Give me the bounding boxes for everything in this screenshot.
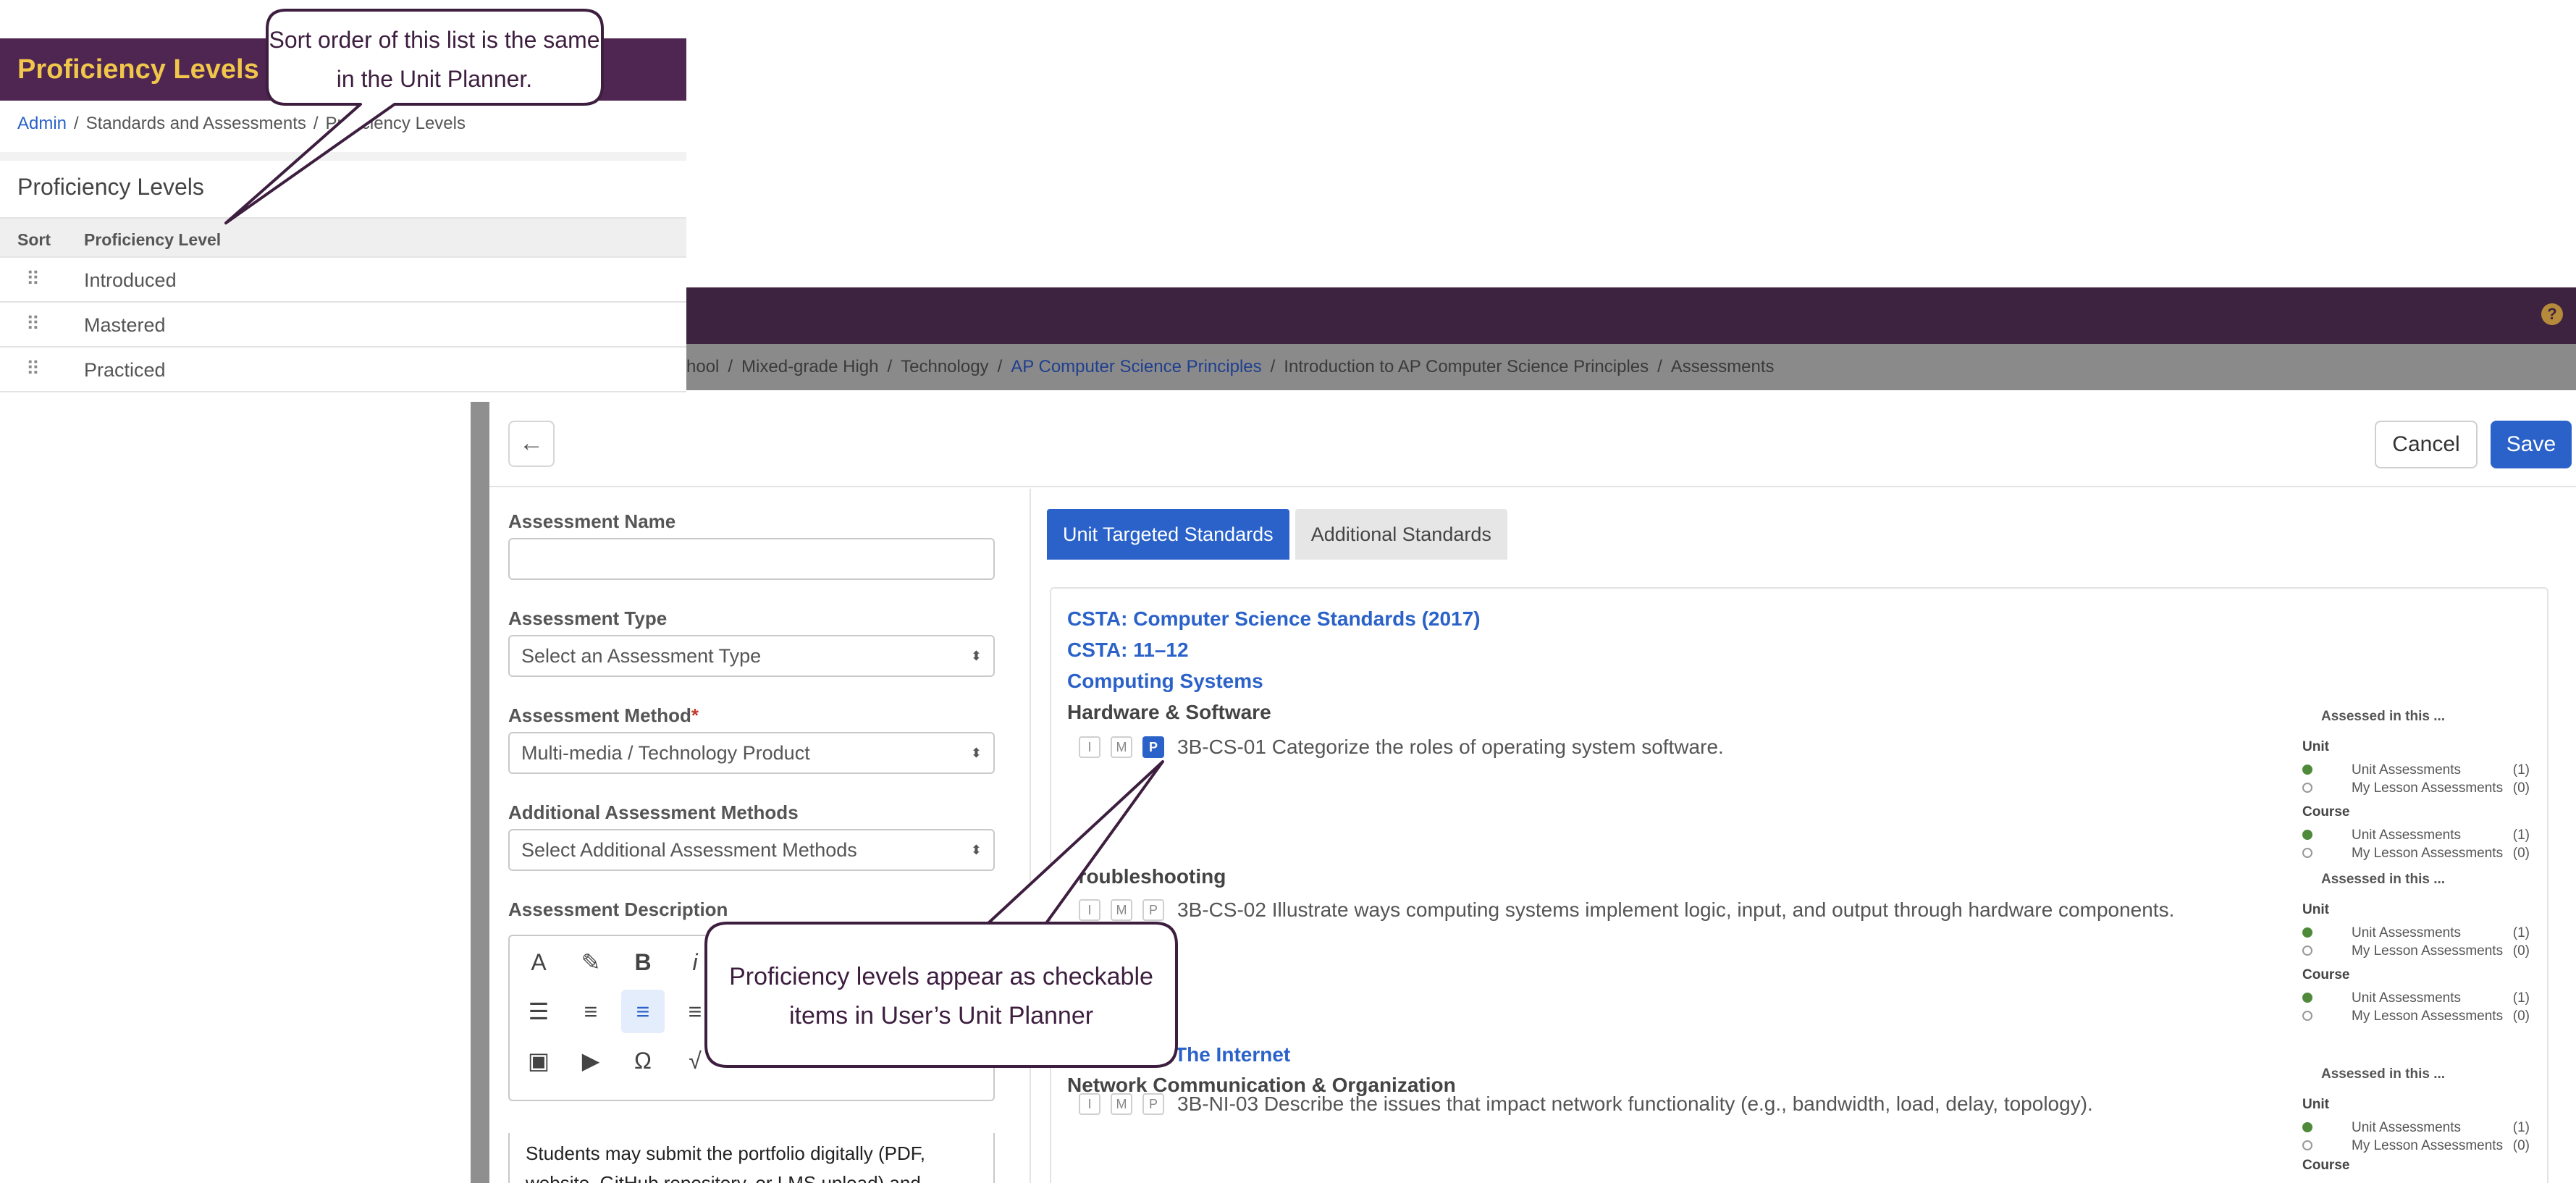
callout-2-text: Proficiency levels appear as checkable i… xyxy=(729,963,1153,1030)
callout-1-text: Sort order of this list is the same in t… xyxy=(269,27,600,92)
callout-bubbles xyxy=(224,9,1178,1068)
